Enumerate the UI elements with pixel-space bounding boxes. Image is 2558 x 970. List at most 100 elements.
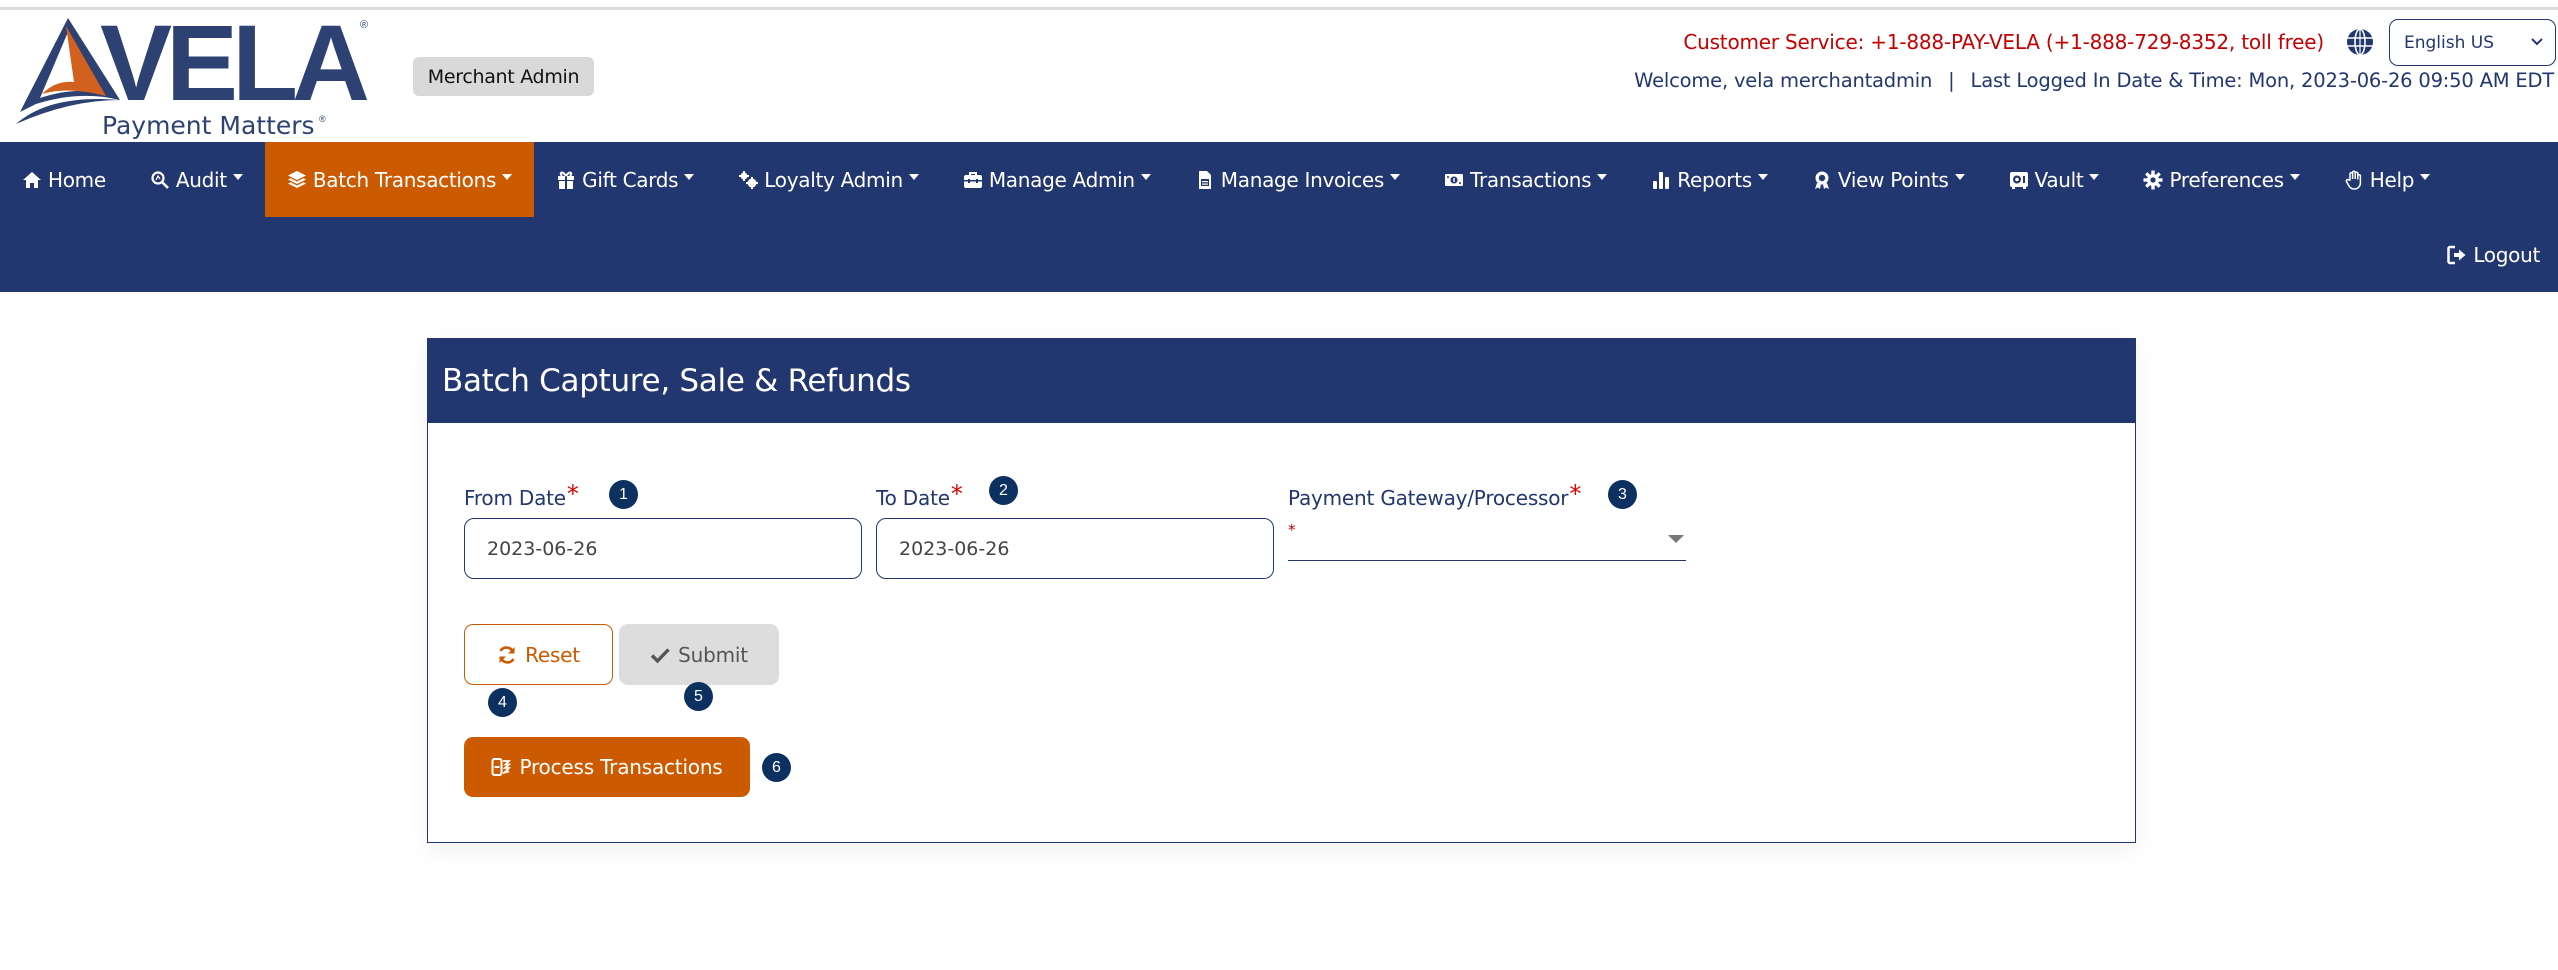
from-date-input[interactable]: 2023-06-26 [464, 518, 862, 579]
last-login-label: Last Logged In Date & Time: [1970, 69, 2249, 92]
required-marker: * [1569, 480, 1582, 508]
to-date-label-text: To Date [876, 486, 950, 510]
nav-item-audit[interactable]: Audit [128, 142, 265, 217]
submit-label: Submit [678, 642, 748, 667]
page-title: Batch Capture, Sale & Refunds [442, 363, 911, 399]
welcome-line: Welcome, vela merchantadmin | Last Logge… [1634, 69, 2554, 92]
nav-item-batch-transactions[interactable]: Batch Transactions [264, 142, 535, 217]
gateway-label-text: Payment Gateway/Processor [1288, 486, 1569, 510]
layers-icon [287, 170, 306, 188]
top-border [0, 7, 2558, 10]
nav-item-loyalty-admin[interactable]: Loyalty Admin [716, 142, 941, 217]
svg-text:®: ® [360, 19, 368, 31]
search-icon [151, 170, 169, 189]
required-marker: * [950, 480, 963, 508]
username: vela merchantadmin [1733, 69, 1933, 92]
reset-label: Reset [525, 642, 580, 667]
welcome-prefix: Welcome, [1634, 69, 1734, 92]
caret-down-icon [1140, 173, 1151, 180]
dropdown-arrow-icon [1668, 535, 1684, 543]
main-nav: Home Audit Batch Transactions Gift Cards… [0, 142, 2558, 292]
nav-label: Transactions [1470, 167, 1592, 192]
reset-button[interactable]: Reset [464, 624, 613, 685]
process-label: Process Transactions [519, 755, 723, 779]
gears-icon [739, 170, 759, 189]
last-login-value: Mon, 2023-06-26 09:50 AM EDT [2248, 69, 2555, 92]
batch-card: Batch Capture, Sale & Refunds From Date*… [427, 338, 2136, 843]
step-badge-1: 1 [609, 480, 638, 509]
caret-down-icon [1597, 173, 1608, 180]
nav-label: Home [48, 167, 106, 192]
process-icon [491, 758, 512, 776]
nav-item-view-points[interactable]: View Points [1790, 142, 1987, 217]
caret-down-icon [908, 173, 919, 180]
nav-item-gift-cards[interactable]: Gift Cards [534, 142, 716, 217]
nav-label: Loyalty Admin [764, 167, 903, 192]
caret-down-icon [2289, 173, 2300, 180]
language-select[interactable]: English US [2389, 19, 2556, 66]
gear-icon [2143, 170, 2163, 189]
process-transactions-button[interactable]: Process Transactions [464, 737, 750, 797]
vela-logo[interactable]: VELA ® Payment Matters ® [10, 12, 385, 140]
nav-label: Help [2369, 167, 2415, 192]
logo-tagline: Payment Matters [102, 111, 315, 140]
logout-icon [2447, 245, 2466, 264]
nav-label: Audit [175, 167, 227, 192]
step-badge-6: 6 [762, 753, 791, 782]
refresh-icon [499, 645, 515, 664]
gateway-select[interactable]: * [1288, 519, 1686, 561]
to-date-input[interactable]: 2023-06-26 [876, 518, 1274, 579]
required-marker: * [1288, 521, 1296, 539]
separator: | [1948, 69, 1955, 92]
money-bill-icon [1445, 173, 1464, 186]
nav-label: Preferences [2169, 167, 2284, 192]
gateway-label: Payment Gateway/Processor* [1288, 480, 1582, 511]
gift-icon [558, 171, 575, 189]
nav-item-vault[interactable]: Vault [1987, 142, 2122, 217]
required-marker: * [566, 480, 579, 508]
caret-down-icon [1757, 173, 1768, 180]
step-badge-2: 2 [989, 476, 1018, 505]
nav-label: Batch Transactions [312, 167, 497, 192]
card-header: Batch Capture, Sale & Refunds [428, 339, 2135, 423]
nav-label: View Points [1837, 167, 1949, 192]
caret-down-icon [1390, 173, 1401, 180]
bar-chart-icon [1653, 171, 1670, 189]
nav-item-reports[interactable]: Reports [1629, 142, 1790, 217]
role-badge: Merchant Admin [413, 57, 594, 96]
step-badge-4: 4 [488, 688, 517, 717]
nav-label: Vault [2034, 167, 2084, 192]
nav-item-manage-invoices[interactable]: Manage Invoices [1173, 142, 1422, 217]
vault-icon [2009, 171, 2028, 189]
logout-label: Logout [2473, 242, 2540, 267]
hand-icon [2345, 170, 2361, 190]
chevron-down-icon [2531, 38, 2543, 46]
nav-item-manage-admin[interactable]: Manage Admin [941, 142, 1173, 217]
caret-down-icon [2420, 173, 2431, 180]
nav-item-help[interactable]: Help [2322, 142, 2452, 217]
step-badge-5: 5 [684, 682, 713, 711]
check-icon [650, 647, 670, 663]
award-icon [1814, 171, 1829, 189]
step-badge-3: 3 [1608, 480, 1637, 509]
nav-row: Home Audit Batch Transactions Gift Cards… [0, 142, 2452, 217]
logo-brand: VELA [100, 12, 368, 123]
svg-text:®: ® [319, 114, 326, 124]
customer-service-text: Customer Service: +1-888-PAY-VELA (+1-88… [1683, 30, 2324, 54]
caret-down-icon [1954, 173, 1965, 180]
nav-item-home[interactable]: Home [0, 142, 128, 217]
caret-down-icon [502, 173, 513, 180]
to-date-label: To Date* [876, 480, 963, 511]
nav-label: Manage Invoices [1220, 167, 1385, 192]
nav-item-transactions[interactable]: Transactions [1422, 142, 1629, 217]
from-date-label: From Date* [464, 480, 579, 511]
nav-label: Gift Cards [582, 167, 679, 192]
caret-down-icon [684, 173, 695, 180]
nav-item-preferences[interactable]: Preferences [2121, 142, 2321, 217]
from-date-label-text: From Date [464, 486, 566, 510]
submit-button[interactable]: Submit [619, 624, 779, 685]
logout-link[interactable]: Logout [2447, 217, 2540, 292]
invoice-icon [1198, 170, 1211, 189]
language-selected: English US [2404, 32, 2495, 53]
nav-label: Manage Admin [988, 167, 1135, 192]
